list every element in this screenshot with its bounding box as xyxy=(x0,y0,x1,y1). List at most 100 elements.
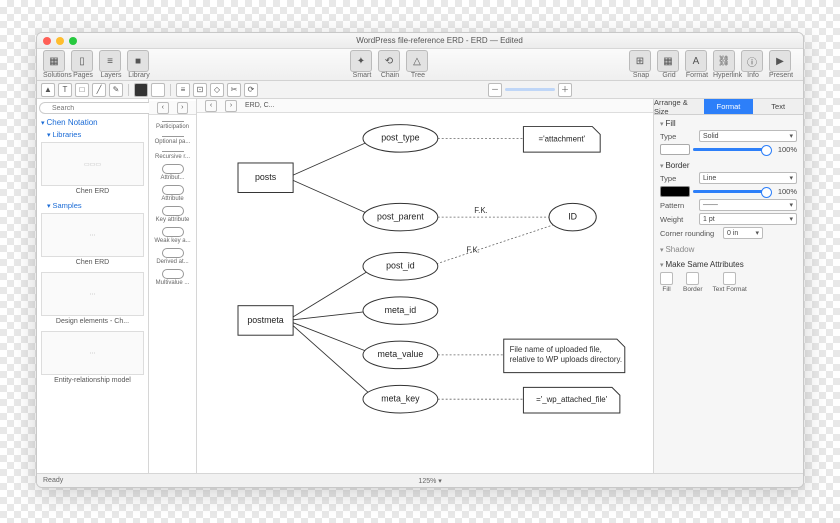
toolbar-solutions-button[interactable]: ▦ xyxy=(43,50,65,72)
library-panel: Chen Notation Libraries ▭▭▭ Chen ERD Sam… xyxy=(37,99,149,473)
main-toolbar: ▦Solutions▯Pages≡Layers■Library ✦Smart⟲C… xyxy=(37,49,803,81)
stroke-swatch[interactable] xyxy=(151,83,165,97)
stencil-item[interactable]: Attribut... xyxy=(154,164,190,181)
status-bar: Ready 125% ▾ xyxy=(37,473,803,487)
toolbar-layers-button[interactable]: ≡ xyxy=(99,50,121,72)
fk-label-2: F.K. xyxy=(466,246,480,255)
lib-thumb[interactable]: ▭▭▭ xyxy=(41,142,144,186)
close-icon[interactable] xyxy=(43,37,51,45)
misc-tool-1[interactable]: ◇ xyxy=(210,83,224,97)
border-type-select[interactable]: Line xyxy=(699,172,797,184)
zoom-icon[interactable] xyxy=(69,37,77,45)
group-fill[interactable]: Fill xyxy=(660,119,797,128)
msa-text-button[interactable] xyxy=(723,272,736,285)
sample-thumb[interactable]: ⋯ xyxy=(41,331,144,375)
toolbar-info-button[interactable]: ⓘ xyxy=(741,50,763,72)
stencil-item[interactable]: Multivalue ... xyxy=(154,269,190,286)
lib-thumb-label: Chen ERD xyxy=(37,188,148,195)
attr-post-parent: post_parent xyxy=(377,211,424,221)
section-samples[interactable]: Samples xyxy=(37,199,148,211)
tab-arrange-size[interactable]: Arrange & Size xyxy=(654,99,704,115)
entity-posts: posts xyxy=(255,172,277,182)
attr-post-id: post_id xyxy=(386,261,415,271)
section-chen-notation[interactable]: Chen Notation xyxy=(37,115,148,128)
pen-tool[interactable]: ✎ xyxy=(109,83,123,97)
sample-thumb[interactable]: ⋯ xyxy=(41,272,144,316)
canvas[interactable]: ‹ › ERD, C... posts xyxy=(197,99,653,473)
note-filename-l2: relative to WP uploads directory. xyxy=(510,355,622,364)
zoom-out-button[interactable]: － xyxy=(488,83,502,97)
tab-text[interactable]: Text xyxy=(753,99,803,115)
tab-format[interactable]: Format xyxy=(704,99,754,115)
stencil-item[interactable]: Participation xyxy=(154,121,190,130)
attr-post-type: post_type xyxy=(381,133,419,143)
window-title: WordPress file-reference ERD - ERD — Edi… xyxy=(82,36,797,45)
zoom-level[interactable]: 125% ▾ xyxy=(418,477,441,485)
sample-thumb-label: Chen ERD xyxy=(37,259,148,266)
fill-swatch[interactable] xyxy=(134,83,148,97)
stencil-item[interactable]: Recursive r... xyxy=(154,151,190,160)
group-shadow[interactable]: Shadow xyxy=(660,245,797,254)
inspector-panel: Arrange & Size Format Text Fill TypeSoli… xyxy=(653,99,803,473)
group-msa[interactable]: Make Same Attributes xyxy=(660,260,797,269)
section-libraries[interactable]: Libraries xyxy=(37,128,148,140)
border-weight-field[interactable]: 1 pt xyxy=(699,213,797,225)
group-border[interactable]: Border xyxy=(660,161,797,170)
stencil-item[interactable]: Optional pa... xyxy=(154,136,190,145)
stencil-column: ‹ › Participation Optional pa... Recursive… xyxy=(149,99,197,473)
zoom-slider[interactable] xyxy=(505,88,555,91)
note-filename-l1: File name of uploaded file, xyxy=(510,345,602,354)
status-text: Ready xyxy=(43,477,63,484)
msa-fill-button[interactable] xyxy=(660,272,673,285)
fwd-button[interactable]: › xyxy=(177,102,189,114)
toolbar-snap-button[interactable]: ⊞ xyxy=(629,50,651,72)
msa-options: Fill Border Text Format xyxy=(660,272,797,293)
stencil-item[interactable]: Derived at... xyxy=(154,248,190,265)
stencil-item[interactable]: Key attribute xyxy=(154,206,190,223)
titlebar: WordPress file-reference ERD - ERD — Edi… xyxy=(37,33,803,49)
toolbar-pages-button[interactable]: ▯ xyxy=(71,50,93,72)
attr-meta-value: meta_value xyxy=(378,349,424,359)
msa-border-button[interactable] xyxy=(686,272,699,285)
toolbar-present-button[interactable]: ▶ xyxy=(769,50,791,72)
fk-label-1: F.K. xyxy=(474,206,488,215)
line-tool[interactable]: ╱ xyxy=(92,83,106,97)
entity-postmeta: postmeta xyxy=(247,315,283,325)
border-pattern-select[interactable]: ─── xyxy=(699,199,797,211)
back-button[interactable]: ‹ xyxy=(157,102,169,114)
minimize-icon[interactable] xyxy=(56,37,64,45)
toolbar-smart-button[interactable]: ✦ xyxy=(350,50,372,72)
border-color-swatch[interactable] xyxy=(660,186,690,197)
align-tool[interactable]: ≡ xyxy=(176,83,190,97)
attr-meta-key: meta_key xyxy=(381,394,420,404)
stencil-item[interactable]: Weak key a... xyxy=(154,227,190,244)
note-attachment: ='attachment' xyxy=(539,134,586,143)
shape-tool[interactable]: □ xyxy=(75,83,89,97)
sample-thumb[interactable]: ⋯ xyxy=(41,213,144,257)
toolbar-chain-button[interactable]: ⟲ xyxy=(378,50,400,72)
search-input[interactable] xyxy=(39,102,156,114)
sample-thumb-label: Entity-relationship model xyxy=(37,377,148,384)
text-tool[interactable]: T xyxy=(58,83,72,97)
fill-color-swatch[interactable] xyxy=(660,144,690,155)
toolbar-grid-button[interactable]: ▦ xyxy=(657,50,679,72)
misc-tool-2[interactable]: ✂ xyxy=(227,83,241,97)
toolbar-library-button[interactable]: ■ xyxy=(127,50,149,72)
zoom-in-button[interactable]: ＋ xyxy=(558,83,572,97)
stencil-item[interactable]: Attribute xyxy=(154,185,190,202)
attr-id: ID xyxy=(568,211,577,221)
attr-meta-id: meta_id xyxy=(385,305,417,315)
tool-strip: ▲ T □ ╱ ✎ ≡ ⊡ ◇ ✂ ⟳ － ＋ xyxy=(37,81,803,99)
fill-type-select[interactable]: Solid xyxy=(699,130,797,142)
misc-tool-3[interactable]: ⟳ xyxy=(244,83,258,97)
note-wp-attached: ='_wp_attached_file' xyxy=(536,395,607,404)
toolbar-tree-button[interactable]: △ xyxy=(406,50,428,72)
pointer-tool[interactable]: ▲ xyxy=(41,83,55,97)
corner-rounding-field[interactable]: 0 in xyxy=(723,227,763,239)
app-window: WordPress file-reference ERD - ERD — Edi… xyxy=(36,32,804,488)
group-tool[interactable]: ⊡ xyxy=(193,83,207,97)
fill-opacity-slider[interactable] xyxy=(693,148,768,151)
toolbar-format-button[interactable]: A xyxy=(685,50,707,72)
toolbar-hyperlink-button[interactable]: ⛓ xyxy=(713,50,735,72)
border-opacity-slider[interactable] xyxy=(693,190,768,193)
